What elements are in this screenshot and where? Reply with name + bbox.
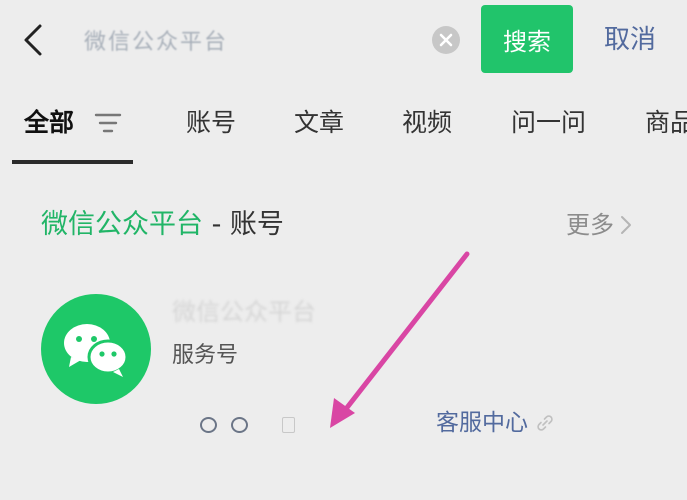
annotation-arrow: [330, 251, 470, 428]
tab-articles[interactable]: 文章: [294, 104, 344, 142]
cancel-button[interactable]: 取消: [590, 20, 670, 60]
clear-circle-icon: [439, 33, 453, 47]
active-tab-indicator: [12, 160, 133, 164]
filter-button[interactable]: [94, 110, 122, 136]
document-icon[interactable]: [282, 417, 295, 433]
ring-icon[interactable]: [231, 417, 248, 433]
account-type: 服务号: [172, 343, 239, 368]
more-label: 更多: [566, 211, 614, 239]
search-button[interactable]: 搜索: [481, 5, 573, 73]
tab-accounts[interactable]: 账号: [186, 104, 236, 142]
chevron-right-icon: [621, 216, 631, 234]
customer-service-link[interactable]: 客服中心: [436, 405, 554, 441]
search-input[interactable]: 微信公众平台: [84, 26, 414, 60]
account-avatar[interactable]: [41, 294, 151, 404]
section-title: 微信公众平台 - 账号: [41, 205, 284, 245]
filter-lines-icon: [94, 113, 122, 133]
tab-all[interactable]: 全部: [24, 104, 74, 142]
section-title-highlight: 微信公众平台: [41, 209, 203, 240]
account-menu-icons: [200, 412, 295, 438]
tab-ask[interactable]: 问一问: [511, 104, 586, 142]
clear-search-button[interactable]: [432, 26, 460, 54]
account-name[interactable]: 微信公众平台: [172, 296, 352, 328]
section-title-separator: -: [203, 209, 230, 240]
customer-service-label: 客服中心: [436, 410, 528, 436]
ring-icon[interactable]: [200, 417, 217, 433]
wechat-logo-icon: [64, 324, 129, 377]
link-icon: [537, 415, 553, 431]
tab-products[interactable]: 商品: [645, 104, 687, 142]
section-title-suffix: 账号: [229, 209, 284, 240]
back-button[interactable]: [18, 22, 48, 58]
more-link[interactable]: 更多: [566, 207, 632, 243]
chevron-left-icon: [24, 24, 42, 56]
tab-videos[interactable]: 视频: [402, 104, 452, 142]
